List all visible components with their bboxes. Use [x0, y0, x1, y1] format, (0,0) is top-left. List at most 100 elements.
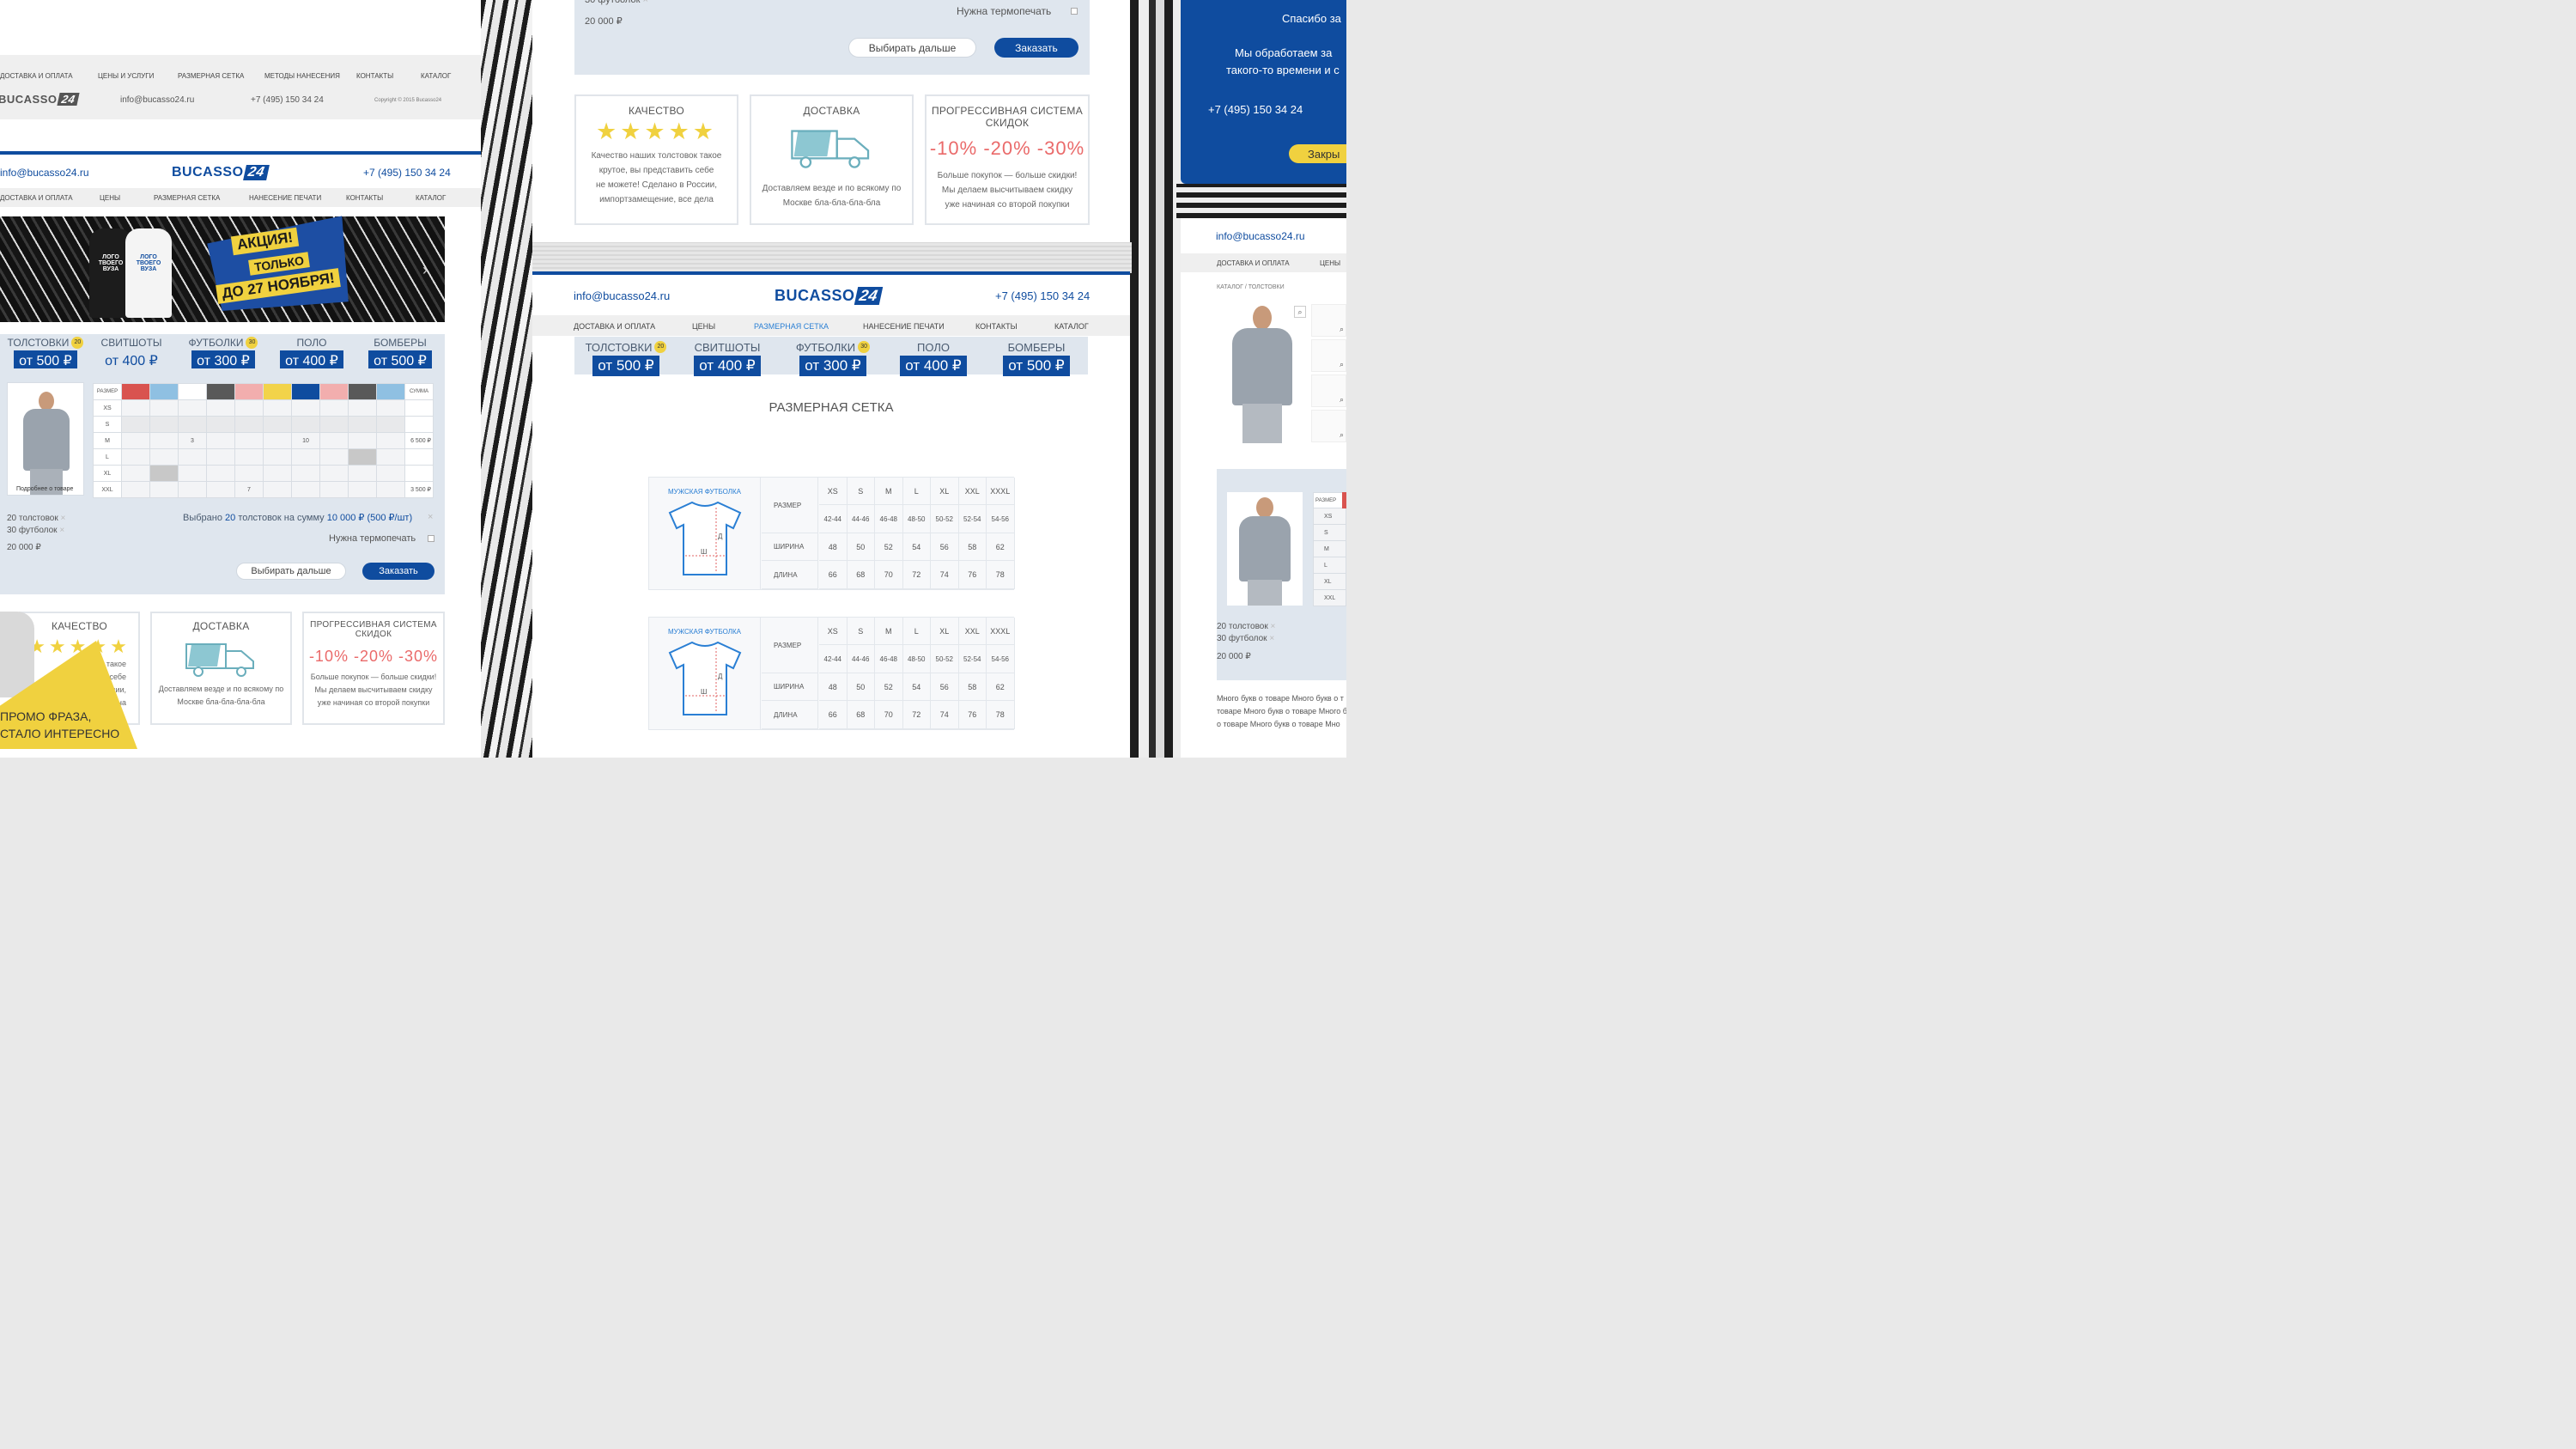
quantity-cell[interactable]	[376, 432, 405, 449]
quantity-cell[interactable]	[348, 399, 377, 417]
tab-sweatshirts[interactable]: СВИТШОТЫ от 400 ₽	[93, 337, 170, 371]
quantity-cell[interactable]	[234, 399, 264, 417]
quantity-cell[interactable]	[263, 399, 292, 417]
quantity-cell[interactable]	[149, 432, 179, 449]
thumbnail[interactable]: ⌕	[1311, 304, 1346, 337]
nav-link[interactable]: РАЗМЕРНАЯ СЕТКА	[154, 194, 220, 202]
nav-link[interactable]: ДОСТАВКА И ОПЛАТА	[0, 194, 73, 202]
tab-polo[interactable]: ПОЛО от 400 ₽	[890, 341, 976, 376]
thumbnail[interactable]: ⌕	[1311, 339, 1346, 372]
thermo-checkbox[interactable]	[1071, 8, 1078, 15]
quantity-cell[interactable]	[234, 416, 264, 433]
header-email[interactable]: info@bucasso24.ru	[1216, 230, 1305, 242]
quantity-cell[interactable]	[121, 416, 150, 433]
quantity-cell[interactable]	[319, 399, 349, 417]
quantity-cell[interactable]	[263, 481, 292, 498]
quantity-cell[interactable]	[234, 432, 264, 449]
tab-polo[interactable]: ПОЛО от 400 ₽	[273, 337, 350, 371]
quantity-cell[interactable]	[149, 416, 179, 433]
quantity-cell[interactable]	[263, 432, 292, 449]
product-more-link[interactable]: Подробнее о товаре	[16, 486, 73, 492]
tab-hoodies[interactable]: ТОЛСТОВКИ 20 от 500 ₽	[583, 341, 669, 376]
order-button[interactable]: Заказать	[994, 38, 1078, 58]
nav-link[interactable]: НАНЕСЕНИЕ ПЕЧАТИ	[863, 322, 945, 331]
color-swatch[interactable]	[376, 383, 405, 400]
quantity-cell[interactable]	[206, 448, 235, 466]
footer-link[interactable]: РАЗМЕРНАЯ СЕТКА	[178, 72, 244, 80]
color-swatch[interactable]	[291, 383, 320, 400]
quantity-cell[interactable]	[178, 448, 207, 466]
thermo-checkbox[interactable]	[428, 535, 434, 542]
quantity-cell[interactable]	[376, 399, 405, 417]
quantity-cell[interactable]	[263, 448, 292, 466]
continue-button[interactable]: Выбирать дальше	[236, 563, 346, 580]
footer-link[interactable]: ДОСТАВКА И ОПЛАТА	[0, 72, 73, 80]
quantity-cell[interactable]	[121, 399, 150, 417]
quantity-cell[interactable]	[263, 465, 292, 482]
quantity-cell[interactable]	[121, 465, 150, 482]
footer-link[interactable]: МЕТОДЫ НАНЕСЕНИЯ	[264, 72, 340, 80]
quantity-cell[interactable]	[291, 416, 320, 433]
quantity-cell[interactable]	[178, 416, 207, 433]
close-button[interactable]: Закры	[1289, 144, 1346, 163]
quantity-cell[interactable]	[291, 448, 320, 466]
color-swatch[interactable]	[206, 383, 235, 400]
color-swatch[interactable]	[263, 383, 292, 400]
tab-sweatshirts[interactable]: СВИТШОТЫ от 400 ₽	[684, 341, 770, 376]
product-photo[interactable]	[1227, 492, 1303, 606]
quantity-cell[interactable]	[319, 465, 349, 482]
quantity-cell[interactable]	[319, 448, 349, 466]
tab-tshirts[interactable]: ФУТБОЛКИ 30 от 300 ₽	[180, 337, 266, 371]
footer-link[interactable]: ЦЕНЫ И УСЛУГИ	[98, 72, 154, 80]
footer-link[interactable]: КОНТАКТЫ	[356, 72, 393, 80]
nav-link[interactable]: ЦЕНЫ	[100, 194, 120, 202]
color-swatch[interactable]	[178, 383, 207, 400]
quantity-cell[interactable]: 3	[178, 432, 207, 449]
zoom-icon[interactable]: ⌕	[1340, 395, 1344, 405]
tab-hoodies[interactable]: ТОЛСТОВКИ 20 от 500 ₽	[7, 337, 84, 371]
quantity-cell[interactable]	[234, 448, 264, 466]
color-swatch[interactable]	[149, 383, 179, 400]
nav-link[interactable]: НАНЕСЕНИЕ ПЕЧАТИ	[249, 194, 321, 202]
quantity-cell[interactable]	[121, 448, 150, 466]
quantity-cell[interactable]	[234, 465, 264, 482]
quantity-cell[interactable]	[376, 481, 405, 498]
zoom-icon[interactable]: ⌕	[1340, 360, 1344, 369]
quantity-cell[interactable]	[376, 448, 405, 466]
close-icon[interactable]: ×	[428, 512, 433, 522]
nav-link[interactable]: КОНТАКТЫ	[346, 194, 383, 202]
quantity-cell[interactable]	[376, 416, 405, 433]
quantity-cell[interactable]	[206, 399, 235, 417]
footer-link[interactable]: КАТАЛОГ	[421, 72, 451, 80]
quantity-cell[interactable]	[121, 481, 150, 498]
breadcrumb[interactable]: КАТАЛОГ / ТОЛСТОВКИ	[1217, 284, 1285, 290]
nav-link[interactable]: ЦЕНЫ	[692, 322, 715, 331]
quantity-cell[interactable]	[291, 481, 320, 498]
quantity-cell[interactable]	[206, 416, 235, 433]
tab-bombers[interactable]: БОМБЕРЫ от 500 ₽	[993, 341, 1079, 376]
header-logo[interactable]: BUCASSO 24	[775, 287, 883, 305]
nav-link[interactable]: КАТАЛОГ	[1054, 322, 1089, 331]
quantity-cell[interactable]	[263, 416, 292, 433]
zoom-icon[interactable]: ⌕	[1340, 325, 1344, 334]
quantity-cell[interactable]	[348, 448, 377, 466]
color-swatch[interactable]	[234, 383, 264, 400]
nav-link[interactable]: ДОСТАВКА И ОПЛАТА	[574, 322, 655, 331]
zoom-icon[interactable]: ⌕	[1340, 430, 1344, 440]
promo-banner[interactable]: ЛОГО ТВОЕГО ВУЗА ЛОГО ТВОЕГО ВУЗА АКЦИЯ!…	[0, 216, 445, 322]
quantity-cell[interactable]	[178, 465, 207, 482]
quantity-cell[interactable]	[319, 416, 349, 433]
quantity-cell[interactable]	[376, 465, 405, 482]
quantity-cell[interactable]	[291, 465, 320, 482]
footer-email[interactable]: info@bucasso24.ru	[120, 95, 194, 105]
footer-logo[interactable]: BUCASSO 24	[0, 93, 80, 106]
zoom-icon[interactable]: ⌕	[1294, 306, 1306, 318]
quantity-cell[interactable]: 10	[291, 432, 320, 449]
header-email[interactable]: info@bucasso24.ru	[574, 289, 670, 302]
header-email[interactable]: info@bucasso24.ru	[0, 167, 89, 179]
color-swatch[interactable]	[348, 383, 377, 400]
tab-bombers[interactable]: БОМБЕРЫ от 500 ₽	[361, 337, 440, 371]
quantity-cell[interactable]: 7	[234, 481, 264, 498]
quantity-cell[interactable]	[319, 481, 349, 498]
color-swatch[interactable]	[121, 383, 150, 400]
